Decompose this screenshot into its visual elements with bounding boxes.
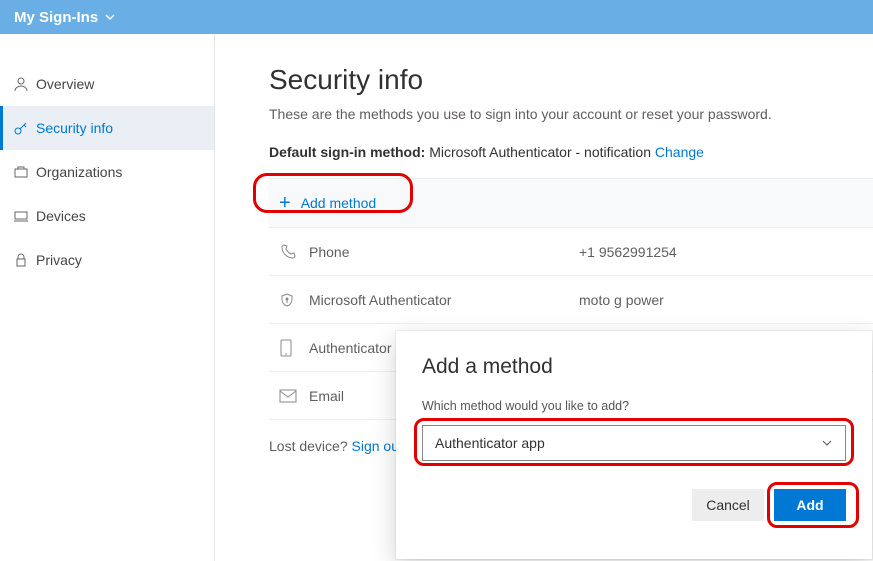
plus-icon: + xyxy=(279,192,291,215)
add-method-button[interactable]: + Add method xyxy=(269,179,873,227)
device-icon xyxy=(12,208,30,224)
sidebar-item-label: Devices xyxy=(36,208,86,224)
chevron-down-icon xyxy=(821,437,833,449)
lock-icon xyxy=(12,252,30,268)
method-select[interactable]: Authenticator app xyxy=(422,425,846,461)
email-icon xyxy=(279,389,309,403)
org-icon xyxy=(12,164,30,180)
chevron-down-icon[interactable] xyxy=(104,11,116,23)
sidebar-item-label: Overview xyxy=(36,76,94,92)
sidebar-item-label: Security info xyxy=(36,120,113,136)
shield-icon xyxy=(279,292,309,308)
sidebar-item-label: Privacy xyxy=(36,252,82,268)
method-name: Phone xyxy=(309,244,579,260)
sidebar-item-organizations[interactable]: Organizations xyxy=(0,150,214,194)
method-value: +1 9562991254 xyxy=(579,244,677,260)
dialog-title: Add a method xyxy=(422,355,846,379)
method-row-authenticator[interactable]: Microsoft Authenticator moto g power xyxy=(269,275,873,323)
person-icon xyxy=(12,76,30,92)
add-method-label: Add method xyxy=(301,195,377,211)
dialog-actions: Cancel Add xyxy=(422,489,846,521)
app-header: My Sign-Ins xyxy=(0,0,873,34)
method-row-phone[interactable]: Phone +1 9562991254 xyxy=(269,227,873,275)
add-button[interactable]: Add xyxy=(774,489,846,521)
key-icon xyxy=(12,120,30,136)
sidebar-item-devices[interactable]: Devices xyxy=(0,194,214,238)
select-value: Authenticator app xyxy=(435,435,545,451)
change-link[interactable]: Change xyxy=(655,144,704,160)
cancel-button[interactable]: Cancel xyxy=(692,489,764,521)
page-subtitle: These are the methods you use to sign in… xyxy=(269,106,873,122)
sidebar-item-privacy[interactable]: Privacy xyxy=(0,238,214,282)
page-title: Security info xyxy=(269,64,873,96)
sidebar-item-overview[interactable]: Overview xyxy=(0,62,214,106)
default-method-label: Default sign-in method: xyxy=(269,144,425,160)
method-name: Microsoft Authenticator xyxy=(309,292,579,308)
header-title: My Sign-Ins xyxy=(14,9,98,26)
phone-icon xyxy=(279,243,309,261)
default-method-line: Default sign-in method: Microsoft Authen… xyxy=(269,144,873,160)
add-method-dialog: Add a method Which method would you like… xyxy=(396,331,872,559)
sidebar-item-security-info[interactable]: Security info xyxy=(0,106,214,150)
method-value: moto g power xyxy=(579,292,664,308)
dialog-question: Which method would you like to add? xyxy=(422,399,846,413)
mobile-icon xyxy=(279,339,309,357)
lost-device-prefix: Lost device? xyxy=(269,438,352,454)
sidebar: Overview Security info Organizations Dev… xyxy=(0,34,215,561)
sidebar-item-label: Organizations xyxy=(36,164,122,180)
default-method-value: Microsoft Authenticator - notification xyxy=(429,144,651,160)
